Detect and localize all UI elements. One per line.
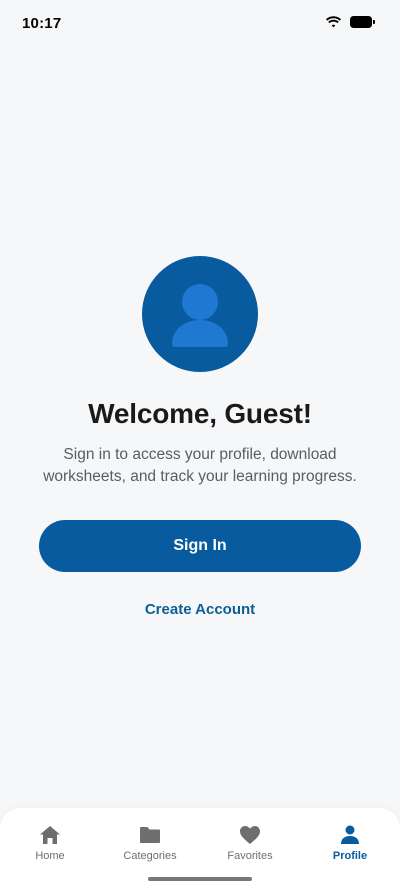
heart-icon bbox=[240, 826, 260, 844]
battery-icon bbox=[350, 16, 375, 28]
tab-label-profile: Profile bbox=[332, 850, 368, 862]
tab-label-home: Home bbox=[35, 850, 65, 862]
welcome-subtitle: Sign in to access your profile, download… bbox=[43, 446, 357, 485]
user-icon bbox=[172, 284, 228, 347]
tab-profile[interactable]: Profile bbox=[305, 824, 395, 862]
tab-label-favorites: Favorites bbox=[227, 850, 273, 862]
person-icon bbox=[341, 825, 359, 844]
status-bar: 10:17 bbox=[0, 0, 400, 48]
tab-label-categories: Categories bbox=[123, 850, 177, 862]
tab-favorites[interactable]: Favorites bbox=[205, 824, 295, 862]
guest-profile-section: Welcome, Guest! Sign in to access your p… bbox=[0, 256, 400, 618]
welcome-title: Welcome, Guest! bbox=[88, 398, 312, 429]
tab-categories[interactable]: Categories bbox=[105, 824, 195, 862]
folder-icon bbox=[140, 827, 160, 843]
home-icon bbox=[40, 826, 60, 844]
tab-home[interactable]: Home bbox=[5, 824, 95, 862]
wifi-icon bbox=[325, 16, 342, 28]
avatar bbox=[142, 256, 258, 372]
home-indicator bbox=[148, 877, 252, 881]
sign-in-button[interactable]: Sign In bbox=[39, 520, 361, 572]
bottom-tab-bar: Home Categories Favorites Profile bbox=[0, 808, 400, 889]
create-account-link[interactable]: Create Account bbox=[145, 601, 255, 618]
status-time: 10:17 bbox=[22, 15, 62, 32]
status-icons bbox=[325, 16, 375, 28]
